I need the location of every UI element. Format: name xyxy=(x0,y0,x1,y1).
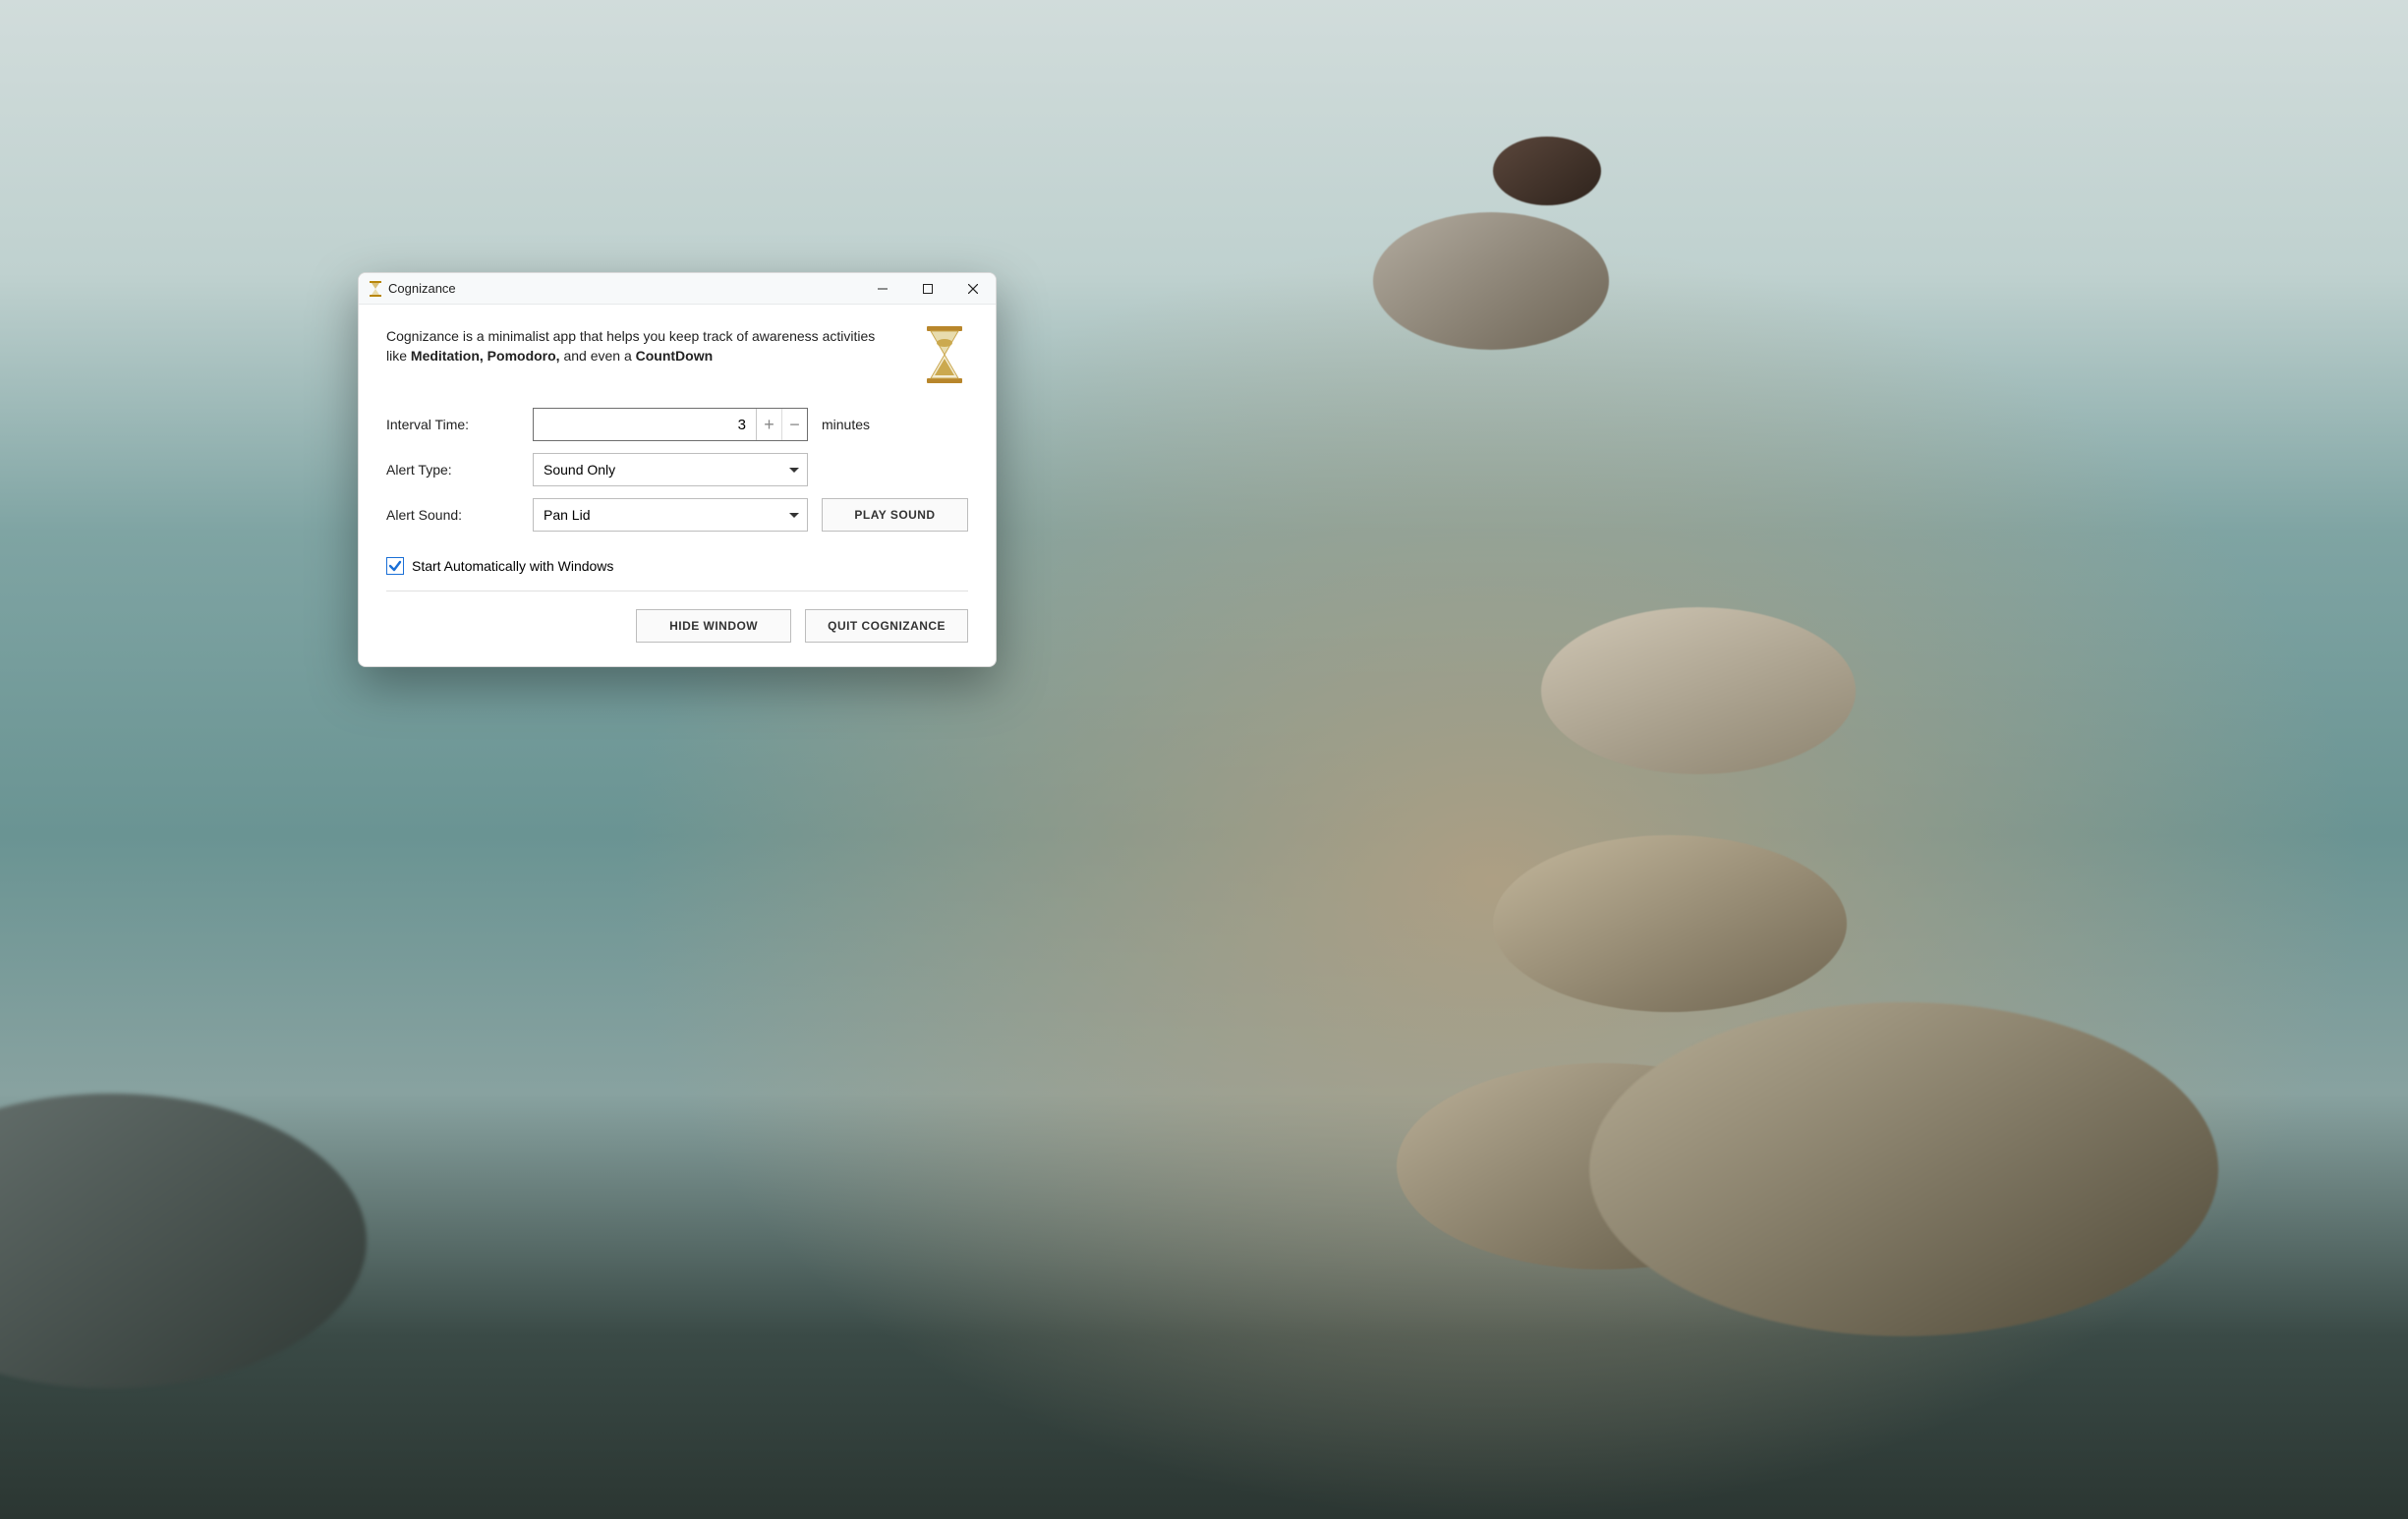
decrement-button[interactable]: − xyxy=(781,409,807,440)
check-icon xyxy=(388,559,402,573)
interval-time-input[interactable] xyxy=(534,409,756,440)
alert-type-select[interactable]: Sound Only xyxy=(533,453,808,486)
app-window: Cognizance Cognizance is a minimalist ap… xyxy=(358,272,997,667)
close-icon xyxy=(968,284,978,294)
play-sound-button[interactable]: Play Sound xyxy=(822,498,968,532)
hide-window-button[interactable]: Hide Window xyxy=(636,609,791,643)
interval-time-label: Interval Time: xyxy=(386,417,519,432)
minimize-icon xyxy=(878,284,888,294)
autostart-label: Start Automatically with Windows xyxy=(412,558,613,574)
blurb-text: and even a xyxy=(563,348,635,364)
hourglass-icon xyxy=(921,326,968,388)
titlebar[interactable]: Cognizance xyxy=(359,273,996,305)
alert-sound-value: Pan Lid xyxy=(544,507,590,523)
alert-type-value: Sound Only xyxy=(544,462,615,478)
close-button[interactable] xyxy=(950,273,996,305)
blurb-text: CountDown xyxy=(636,348,714,364)
maximize-icon xyxy=(923,284,933,294)
wallpaper-rock xyxy=(1589,1002,2218,1336)
autostart-checkbox[interactable] xyxy=(386,557,404,575)
wallpaper-rock xyxy=(0,1094,367,1388)
hourglass-icon xyxy=(369,281,382,297)
wallpaper-rock xyxy=(1373,212,1609,350)
alert-sound-select[interactable]: Pan Lid xyxy=(533,498,808,532)
minimize-button[interactable] xyxy=(860,273,905,305)
window-content: Cognizance is a minimalist app that help… xyxy=(359,305,996,666)
chevron-down-icon xyxy=(789,468,799,473)
window-title: Cognizance xyxy=(388,281,456,296)
chevron-down-icon xyxy=(789,513,799,518)
plus-icon: + xyxy=(764,415,774,435)
interval-time-stepper[interactable]: + − xyxy=(533,408,808,441)
blurb-text: Meditation, Pomodoro, xyxy=(411,348,560,364)
minus-icon: − xyxy=(789,415,800,435)
maximize-button[interactable] xyxy=(905,273,950,305)
increment-button[interactable]: + xyxy=(756,409,781,440)
wallpaper-rock xyxy=(1493,137,1601,205)
quit-button[interactable]: Quit Cognizance xyxy=(805,609,968,643)
app-description: Cognizance is a minimalist app that help… xyxy=(386,326,878,366)
wallpaper-rock xyxy=(1493,835,1847,1012)
wallpaper-rock xyxy=(1541,607,1856,774)
alert-type-label: Alert Type: xyxy=(386,462,519,478)
interval-time-units: minutes xyxy=(822,417,968,432)
alert-sound-label: Alert Sound: xyxy=(386,507,519,523)
